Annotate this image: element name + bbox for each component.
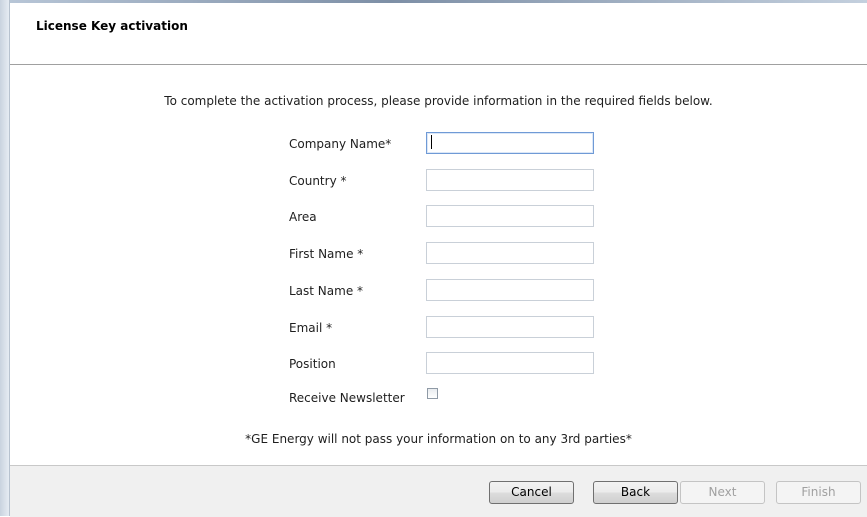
last-name-input[interactable] xyxy=(426,279,594,301)
first-name-label: First Name * xyxy=(289,247,364,261)
area-input[interactable] xyxy=(426,205,594,227)
email-label: Email * xyxy=(289,321,333,335)
company-name-input[interactable] xyxy=(426,132,594,154)
next-button[interactable]: Next xyxy=(680,481,765,504)
privacy-disclaimer: *GE Energy will not pass your informatio… xyxy=(245,432,632,446)
receive-newsletter-checkbox[interactable] xyxy=(427,388,438,399)
cancel-button[interactable]: Cancel xyxy=(489,481,574,504)
receive-newsletter-label: Receive Newsletter xyxy=(289,391,405,405)
position-input[interactable] xyxy=(426,352,594,374)
back-button[interactable]: Back xyxy=(593,481,678,504)
dialog-header: License Key activation xyxy=(10,3,867,65)
finish-button[interactable]: Finish xyxy=(776,481,861,504)
instructions-text: To complete the activation process, plea… xyxy=(164,94,713,108)
company-name-label: Company Name* xyxy=(289,137,392,151)
country-label: Country * xyxy=(289,174,347,188)
text-caret xyxy=(431,135,432,149)
area-label: Area xyxy=(289,210,317,224)
dialog-title: License Key activation xyxy=(36,19,188,33)
email-input[interactable] xyxy=(426,316,594,338)
window-left-edge xyxy=(0,0,10,516)
form-content: To complete the activation process, plea… xyxy=(10,65,867,465)
position-label: Position xyxy=(289,357,336,371)
first-name-input[interactable] xyxy=(426,242,594,264)
license-key-activation-dialog: License Key activation To complete the a… xyxy=(0,0,867,517)
dialog-footer: Cancel Back Next Finish xyxy=(10,465,867,517)
country-input[interactable] xyxy=(426,169,594,191)
last-name-label: Last Name * xyxy=(289,284,364,298)
